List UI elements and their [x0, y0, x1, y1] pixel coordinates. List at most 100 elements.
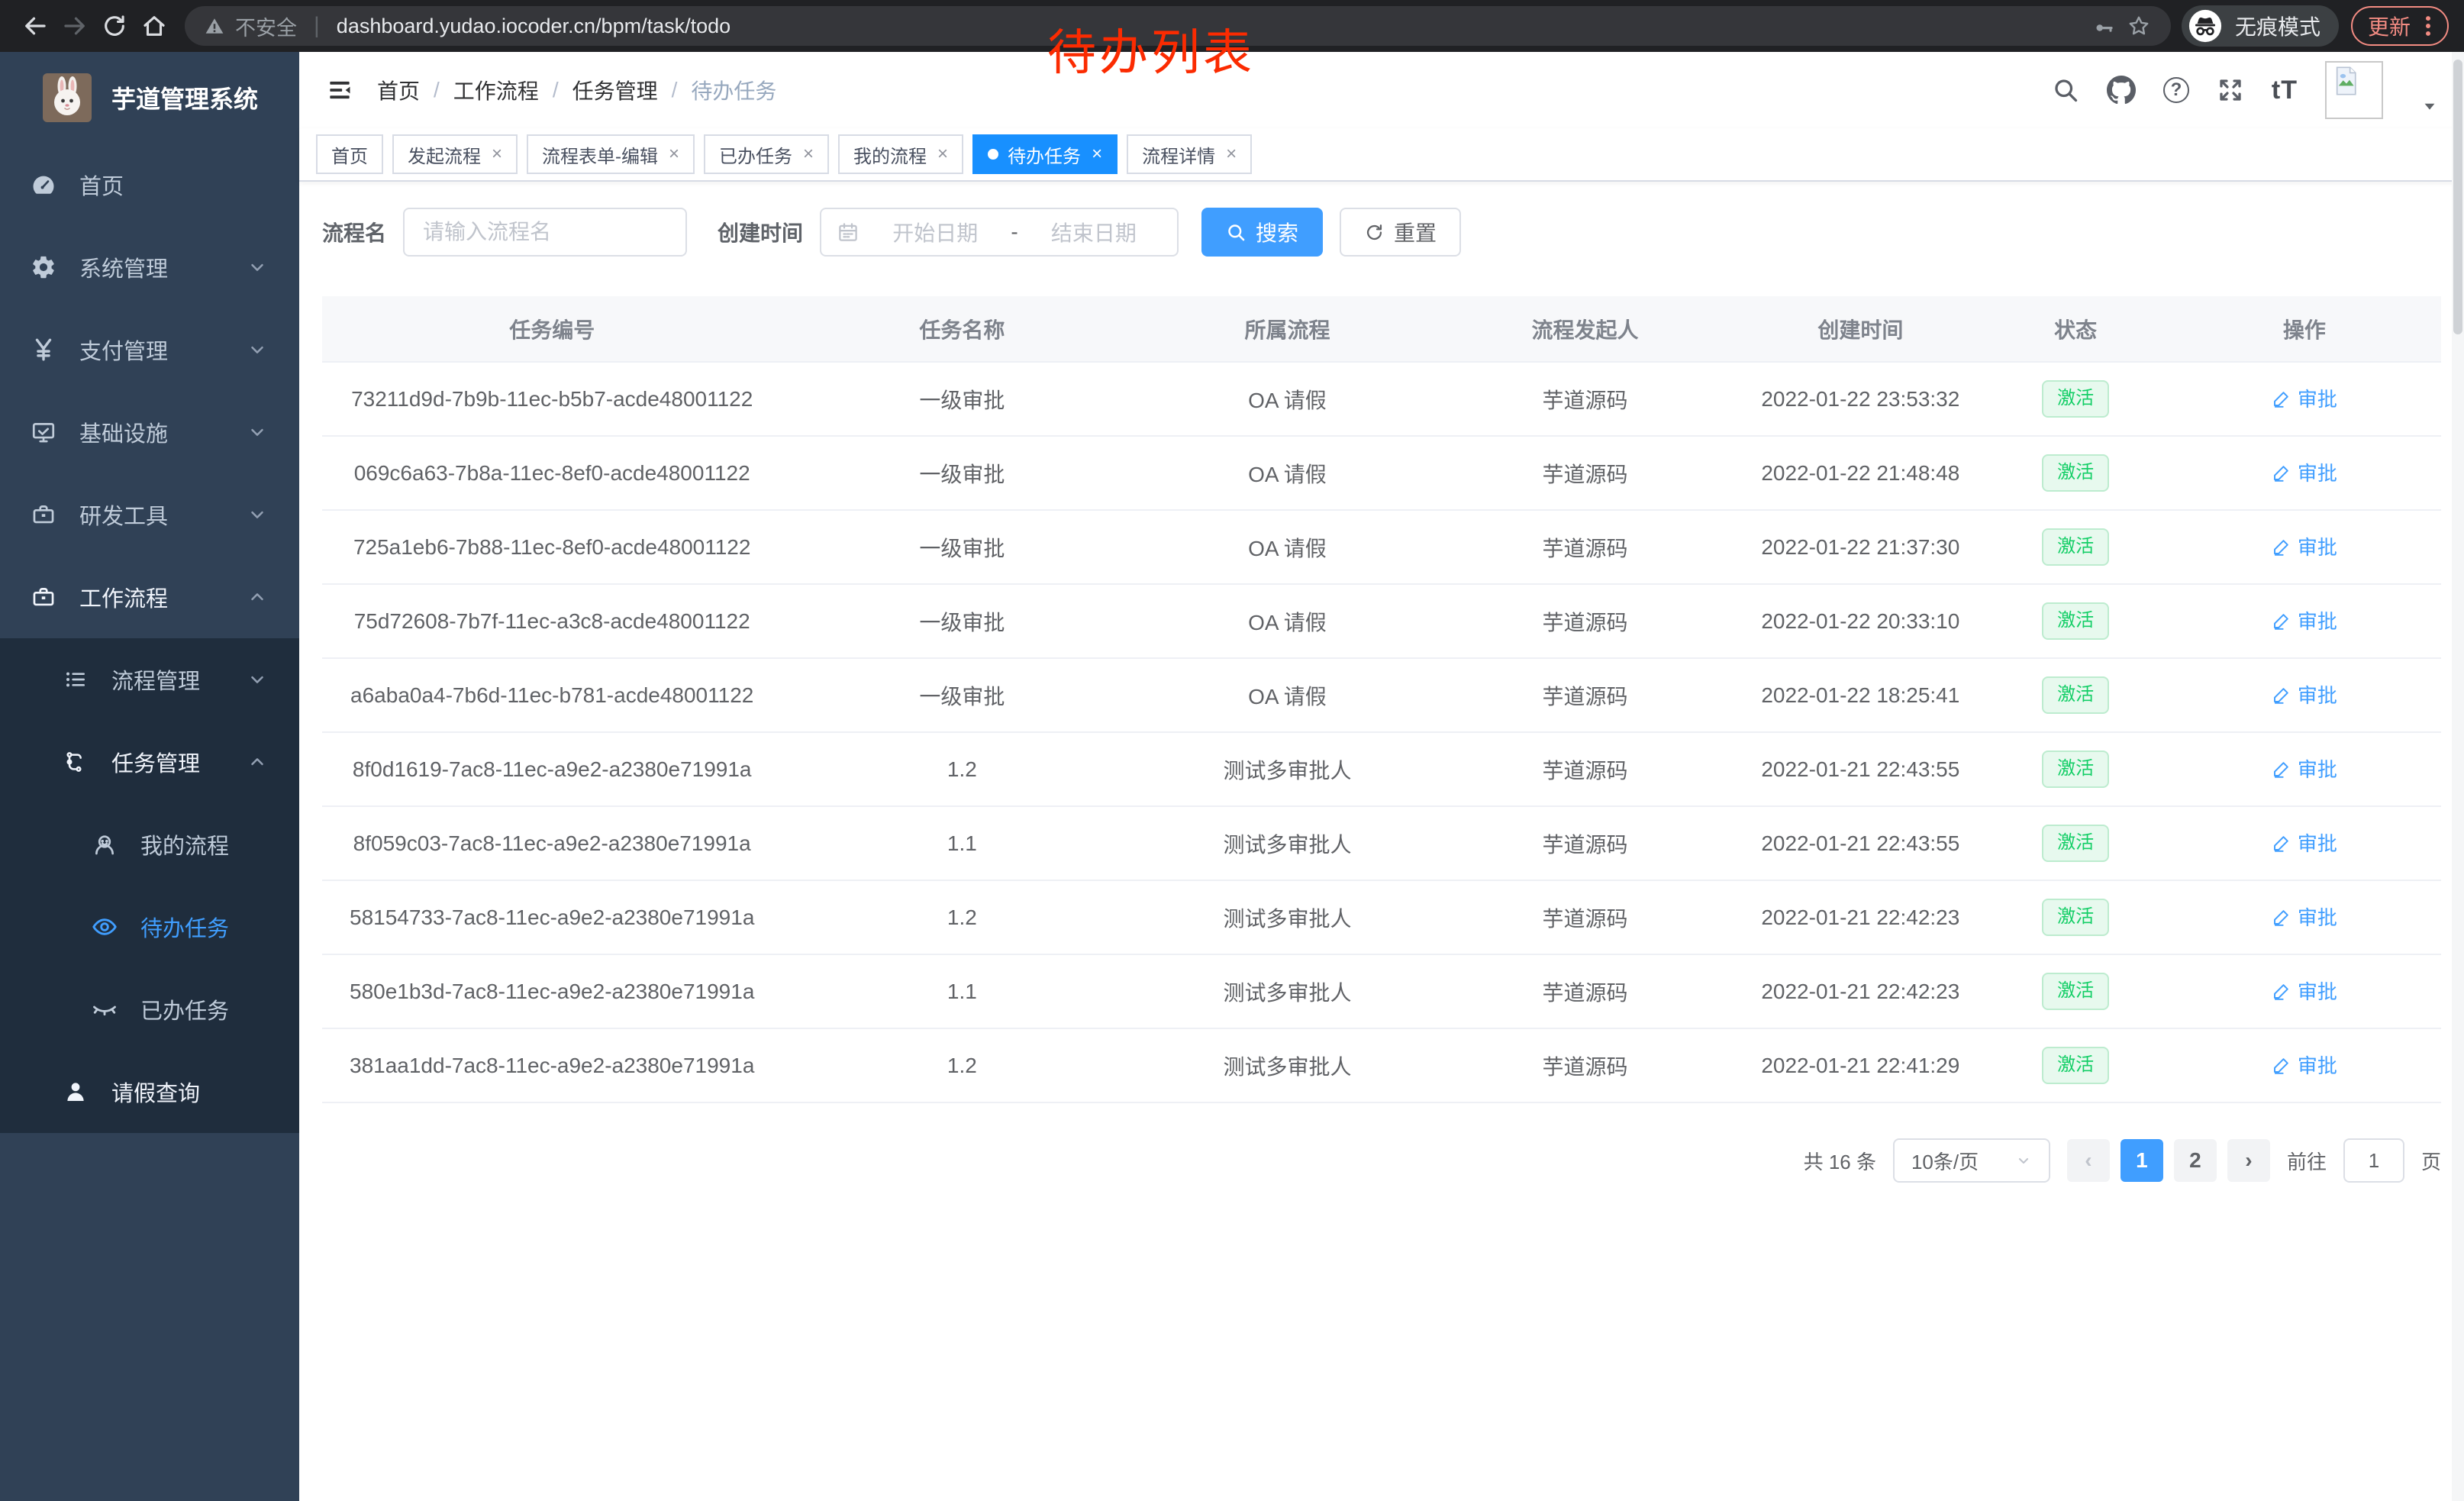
- table-row: a6aba0a4-7b6d-11ec-b781-acde48001122一级审批…: [322, 658, 2441, 732]
- approve-link[interactable]: 审批: [2272, 680, 2337, 709]
- breadcrumb-item[interactable]: 工作流程: [453, 75, 539, 105]
- tab-home[interactable]: 首页: [316, 134, 383, 174]
- process-name-input[interactable]: [403, 208, 687, 257]
- sidebar-item-dev-tools[interactable]: 研发工具: [0, 473, 299, 556]
- table-header-cell: 创建时间: [1737, 296, 1983, 362]
- sidebar-item-my-process[interactable]: 我的流程: [0, 803, 299, 886]
- github-icon[interactable]: [2107, 76, 2136, 105]
- pen-icon: [2272, 981, 2291, 1001]
- cell-initiator: 芋道源码: [1433, 880, 1738, 954]
- dashboard-icon: [29, 172, 58, 198]
- tab-label: 流程表单-编辑: [542, 141, 658, 168]
- page-size-select[interactable]: 10条/页: [1893, 1138, 2050, 1183]
- page-button-2[interactable]: 2: [2174, 1139, 2217, 1182]
- breadcrumb-item[interactable]: 首页: [377, 75, 420, 105]
- tab-done-tasks[interactable]: 已办任务×: [704, 134, 829, 174]
- sidebar-item-infrastructure[interactable]: 基础设施: [0, 391, 299, 473]
- sidebar-item-system-manage[interactable]: 系统管理: [0, 226, 299, 308]
- table-row: 75d72608-7b7f-11ec-a3c8-acde48001122一级审批…: [322, 584, 2441, 658]
- cell-created-value: 2022-01-21 22:41:29: [1761, 1054, 1959, 1077]
- tab-close-icon[interactable]: ×: [937, 144, 948, 165]
- sidebar-item-payment-manage[interactable]: 支付管理: [0, 308, 299, 391]
- filter-bar: 流程名 创建时间 开始日期 - 结束日期 搜索 重置: [322, 208, 2441, 257]
- date-range-separator: -: [1011, 220, 1018, 244]
- pagination: 共 16 条 10条/页 ‹12› 前往 页: [322, 1138, 2441, 1183]
- approve-link[interactable]: 审批: [2272, 754, 2337, 783]
- fullscreen-icon[interactable]: [2217, 76, 2244, 104]
- cell-name: 一级审批: [782, 436, 1142, 510]
- goto-page-input[interactable]: [2343, 1138, 2404, 1183]
- approve-link[interactable]: 审批: [2272, 902, 2337, 931]
- prev-page-button[interactable]: ‹: [2067, 1139, 2110, 1182]
- tab-todo-tasks[interactable]: 待办任务×: [972, 134, 1118, 174]
- tab-close-icon[interactable]: ×: [803, 144, 814, 165]
- cell-created-value: 2022-01-21 22:43:55: [1761, 757, 1959, 781]
- cell-status: 激活: [1983, 732, 2168, 806]
- approve-link[interactable]: 审批: [2272, 384, 2337, 412]
- tab-close-icon[interactable]: ×: [1092, 144, 1102, 165]
- browser-update-button[interactable]: 更新: [2351, 6, 2449, 46]
- approve-link[interactable]: 审批: [2272, 828, 2337, 857]
- app-logo-row[interactable]: 芋道管理系统: [0, 52, 299, 144]
- tab-close-icon[interactable]: ×: [492, 144, 502, 165]
- sidebar-item-task-manage[interactable]: 任务管理: [0, 721, 299, 803]
- reload-icon[interactable]: [95, 6, 134, 46]
- help-icon[interactable]: ?: [2163, 77, 2189, 103]
- cell-process-value: 测试多审批人: [1223, 759, 1351, 783]
- tab-start-process[interactable]: 发起流程×: [392, 134, 518, 174]
- next-page-button[interactable]: ›: [2227, 1139, 2270, 1182]
- tab-my-process[interactable]: 我的流程×: [838, 134, 963, 174]
- approve-link-label: 审批: [2298, 828, 2337, 857]
- cell-id: 75d72608-7b7f-11ec-a3c8-acde48001122: [322, 584, 782, 658]
- key-icon[interactable]: [2093, 15, 2116, 37]
- start-date-placeholder[interactable]: 开始日期: [867, 217, 1003, 247]
- approve-link-label: 审批: [2298, 606, 2337, 634]
- page-size-value: 10条/页: [1911, 1147, 1979, 1175]
- sidebar-item-done-task[interactable]: 已办任务: [0, 968, 299, 1051]
- sidebar-item-todo-task[interactable]: 待办任务: [0, 886, 299, 968]
- reset-button[interactable]: 重置: [1340, 208, 1461, 257]
- font-size-icon[interactable]: tT: [2272, 76, 2298, 105]
- search-button[interactable]: 搜索: [1201, 208, 1323, 257]
- hamburger-icon[interactable]: [325, 76, 354, 105]
- breadcrumb-separator: /: [553, 78, 559, 102]
- browser-menu-kebab-icon[interactable]: [2424, 13, 2432, 39]
- chevron-up-icon: [247, 752, 267, 772]
- bookmark-star-icon[interactable]: [2127, 14, 2151, 38]
- tab-form-edit[interactable]: 流程表单-编辑 ×: [527, 134, 695, 174]
- cell-process-value: 测试多审批人: [1223, 907, 1351, 931]
- cell-process: OA 请假: [1142, 584, 1432, 658]
- date-range-picker[interactable]: 开始日期 - 结束日期: [820, 208, 1179, 257]
- approve-link[interactable]: 审批: [2272, 1051, 2337, 1079]
- tab-close-icon[interactable]: ×: [1226, 144, 1237, 165]
- avatar[interactable]: [2325, 61, 2383, 119]
- tab-process-detail[interactable]: 流程详情×: [1127, 134, 1252, 174]
- status-badge: 激活: [2042, 676, 2109, 714]
- table-header-cell: 所属流程: [1142, 296, 1432, 362]
- forward-icon[interactable]: [55, 6, 95, 46]
- approve-link[interactable]: 审批: [2272, 976, 2337, 1005]
- cell-status: 激活: [1983, 510, 2168, 584]
- back-icon[interactable]: [15, 6, 55, 46]
- breadcrumb-item[interactable]: 任务管理: [572, 75, 658, 105]
- address-bar[interactable]: 不安全 | dashboard.yudao.iocoder.cn/bpm/tas…: [185, 6, 2171, 46]
- sidebar-item-home[interactable]: 首页: [0, 144, 299, 226]
- home-icon[interactable]: [134, 6, 174, 46]
- sidebar-item-leave-query[interactable]: 请假查询: [0, 1051, 299, 1133]
- avatar-caret-down-icon[interactable]: [2421, 98, 2438, 115]
- tab-close-icon[interactable]: ×: [669, 144, 679, 165]
- sidebar-item-workflow[interactable]: 工作流程: [0, 556, 299, 638]
- chevron-up-icon: [247, 587, 267, 607]
- search-icon[interactable]: [2052, 76, 2079, 104]
- sidebar-item-process-manage[interactable]: 流程管理: [0, 638, 299, 721]
- approve-link[interactable]: 审批: [2272, 606, 2337, 634]
- sidebar-item-label: 我的流程: [140, 828, 229, 860]
- page-button-1[interactable]: 1: [2121, 1139, 2163, 1182]
- cell-initiator: 芋道源码: [1433, 584, 1738, 658]
- scrollbar-thumb[interactable]: [2453, 60, 2462, 334]
- approve-link[interactable]: 审批: [2272, 458, 2337, 486]
- page-content: 流程名 创建时间 开始日期 - 结束日期 搜索 重置: [299, 182, 2464, 1501]
- end-date-placeholder[interactable]: 结束日期: [1026, 217, 1162, 247]
- cell-initiator-value: 芋道源码: [1542, 1055, 1627, 1079]
- approve-link[interactable]: 审批: [2272, 532, 2337, 560]
